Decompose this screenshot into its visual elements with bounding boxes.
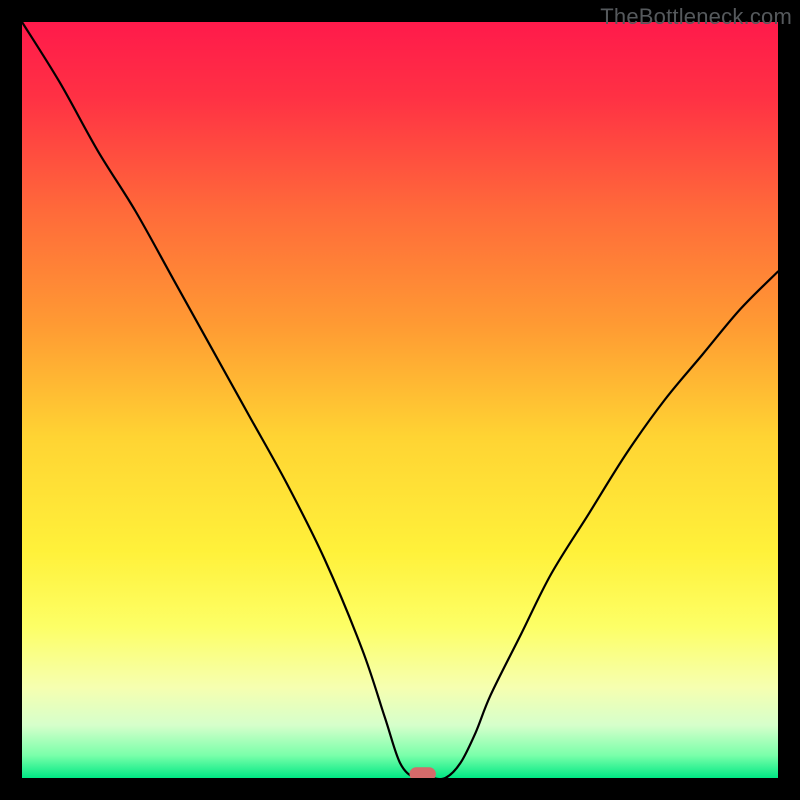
plot-area bbox=[22, 22, 778, 778]
bottleneck-chart: TheBottleneck.com bbox=[0, 0, 800, 800]
watermark-text: TheBottleneck.com bbox=[600, 4, 792, 30]
chart-svg bbox=[22, 22, 778, 778]
optimal-point-marker bbox=[409, 767, 435, 778]
